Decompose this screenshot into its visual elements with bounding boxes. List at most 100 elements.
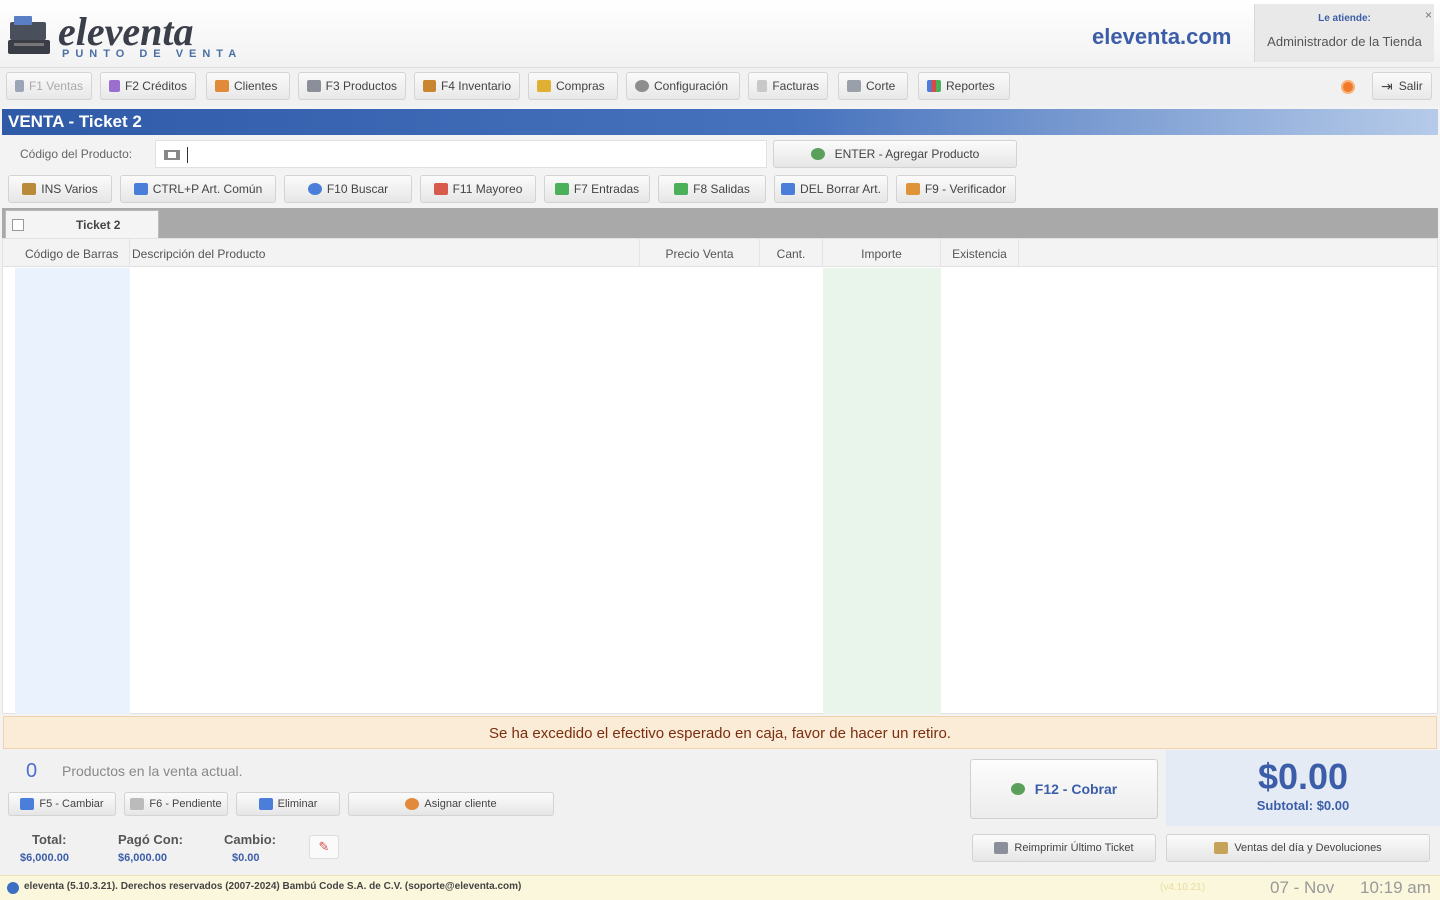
column-header-price[interactable]: Precio Venta <box>640 239 760 267</box>
action-label: F11 Mayoreo <box>452 182 523 196</box>
site-link[interactable]: eleventa.com <box>1092 24 1231 50</box>
column-header-stock[interactable]: Existencia <box>941 239 1019 267</box>
nav-label: Compras <box>556 79 605 93</box>
button-label: Eliminar <box>277 798 318 810</box>
product-entry-row: Código del Producto: ENTER - Agregar Pro… <box>0 137 1440 172</box>
status-date: 07 - Nov <box>1270 878 1335 897</box>
column-header-quantity[interactable]: Cant. <box>760 239 823 267</box>
nav-reportes-button[interactable]: Reportes <box>918 72 1010 100</box>
client-icon <box>405 798 420 810</box>
add-product-icon <box>810 148 825 160</box>
cash-limit-notice: Se ha excedido el efectivo esperado en c… <box>3 716 1437 749</box>
nav-productos-button[interactable]: F3 Productos <box>298 72 406 100</box>
nav-inventario-button[interactable]: F4 Inventario <box>414 72 520 100</box>
insert-various-button[interactable]: INS Varios <box>8 175 112 203</box>
charge-button[interactable]: F12 - Cobrar <box>970 759 1158 819</box>
total-value: $6,000.00 <box>20 852 69 864</box>
common-article-icon <box>133 183 148 195</box>
action-label: CTRL+P Art. Común <box>152 182 263 196</box>
gear-icon <box>635 80 649 92</box>
delete-article-button[interactable]: DEL Borrar Art. <box>774 175 888 203</box>
nav-facturas-button[interactable]: Facturas <box>748 72 828 100</box>
purchases-icon <box>537 80 551 92</box>
entries-button[interactable]: F7 Entradas <box>544 175 650 203</box>
close-icon[interactable]: × <box>1425 8 1432 22</box>
tab-checkbox[interactable] <box>12 219 24 231</box>
credit-icon <box>109 80 120 92</box>
entries-icon <box>554 183 569 195</box>
paid-label: Pagó Con: <box>118 832 183 847</box>
action-label: F8 Salidas <box>693 182 750 196</box>
edit-pencil-icon[interactable]: ✎ <box>309 835 339 859</box>
day-sales-label: Ventas del día y Devoluciones <box>1234 842 1382 854</box>
copyright-text: eleventa (5.10.3.21). Derechos reservado… <box>24 881 522 892</box>
logo-subtitle: PUNTO DE VENTA <box>62 48 243 60</box>
nav-label: Reportes <box>946 79 995 93</box>
tab-ticket-2[interactable]: Ticket 2 <box>5 210 159 238</box>
nav-label: Facturas <box>772 79 819 93</box>
exit-button[interactable]: ⇥ Salir <box>1372 72 1432 100</box>
cut-icon <box>847 80 861 92</box>
product-code-input[interactable] <box>155 140 767 168</box>
delete-article-icon <box>781 183 796 195</box>
cash-register-logo-icon <box>8 16 50 54</box>
wholesale-icon <box>433 183 448 195</box>
total-display: $0.00 Subtotal: $0.00 <box>1166 750 1440 826</box>
invoice-icon <box>757 80 768 92</box>
button-label: F6 - Pendiente <box>149 798 222 810</box>
tab-label: Ticket 2 <box>76 218 121 232</box>
nav-clientes-button[interactable]: Clientes <box>206 72 290 100</box>
barcode-icon <box>164 150 180 160</box>
app-window: eleventa PUNTO DE VENTA eleventa.com Le … <box>0 0 1440 900</box>
nav-label: F2 Créditos <box>124 79 187 93</box>
various-icon <box>22 183 37 195</box>
column-header-amount[interactable]: Importe <box>823 239 941 267</box>
reprint-ticket-button[interactable]: Reimprimir Último Ticket <box>972 834 1156 862</box>
logo: eleventa PUNTO DE VENTA <box>4 6 244 62</box>
nav-label: F3 Productos <box>325 79 397 93</box>
nav-corte-button[interactable]: Corte <box>838 72 908 100</box>
alert-icon[interactable] <box>1341 80 1355 94</box>
wholesale-button[interactable]: F11 Mayoreo <box>420 175 536 203</box>
change-ticket-button[interactable]: F5 - Cambiar <box>8 792 116 816</box>
nav-configuracion-button[interactable]: Configuración <box>626 72 740 100</box>
version-text: (v4.10.21) <box>1160 882 1206 893</box>
exit-label: Salir <box>1398 79 1423 93</box>
attendant-label: Le atiende: <box>1318 13 1371 24</box>
search-button[interactable]: F10 Buscar <box>284 175 412 203</box>
price-checker-button[interactable]: F9 - Verificador <box>896 175 1016 203</box>
nav-label: Clientes <box>234 79 278 93</box>
barcode-column-bg <box>15 268 130 714</box>
button-label: F5 - Cambiar <box>39 798 104 810</box>
nav-ventas-button[interactable]: F1 Ventas <box>6 72 92 100</box>
attendant-panel: Le atiende: Administrador de la Tienda <box>1254 4 1434 62</box>
common-article-button[interactable]: CTRL+P Art. Común <box>120 175 276 203</box>
sales-list-icon <box>1214 842 1229 854</box>
paid-value: $6,000.00 <box>118 852 167 864</box>
product-code-label: Código del Producto: <box>20 147 133 161</box>
sale-items-table[interactable]: Código de Barras Descripción del Product… <box>2 238 1438 714</box>
assign-client-button[interactable]: Asignar cliente <box>348 792 554 816</box>
page-title: VENTA - Ticket 2 <box>2 109 1438 135</box>
nav-label: F4 Inventario <box>440 79 511 93</box>
subtotal-amount: Subtotal: $0.00 <box>1256 798 1350 813</box>
nav-compras-button[interactable]: Compras <box>528 72 618 100</box>
amount-column-bg <box>823 268 941 714</box>
info-icon <box>7 882 19 894</box>
nav-creditos-button[interactable]: F2 Créditos <box>100 72 196 100</box>
product-count: 0 <box>26 760 38 782</box>
column-header-description[interactable]: Descripción del Producto <box>130 239 640 267</box>
attendant-name: Administrador de la Tienda <box>1267 34 1422 49</box>
clients-icon <box>215 80 229 92</box>
pending-button[interactable]: F6 - Pendiente <box>124 792 228 816</box>
table-header: Código de Barras Descripción del Product… <box>3 239 1437 267</box>
day-sales-button[interactable]: Ventas del día y Devoluciones <box>1166 834 1430 862</box>
add-product-button[interactable]: ENTER - Agregar Producto <box>773 140 1017 168</box>
column-header-barcode[interactable]: Código de Barras <box>15 239 130 267</box>
exits-button[interactable]: F8 Salidas <box>658 175 766 203</box>
sale-footer: 0 Productos en la venta actual. F5 - Cam… <box>0 750 1440 875</box>
search-icon <box>307 183 322 195</box>
action-label: INS Varios <box>41 182 98 196</box>
delete-ticket-button[interactable]: Eliminar <box>236 792 340 816</box>
pending-icon <box>130 798 145 810</box>
